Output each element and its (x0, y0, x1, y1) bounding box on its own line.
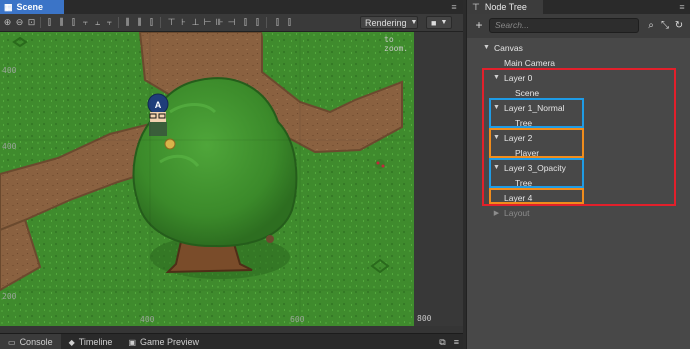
zoom-in-icon[interactable]: ⊕ (2, 17, 13, 28)
collapsed-arrow-icon[interactable]: ▶ (493, 209, 500, 217)
ruler-label-x: 600 (290, 315, 305, 324)
tab-console[interactable]: ▭ Console (0, 334, 61, 349)
tree-node-canvas[interactable]: ▼ Canvas (483, 40, 523, 55)
tab-timeline-label: Timeline (78, 337, 113, 347)
space-v-icon[interactable]: ⫿ (252, 17, 263, 28)
node-tree-tabbar: ⊤ Node Tree ≡ (467, 0, 690, 14)
bottom-tabbar: ▭ Console ◆ Timeline ▣ Game Preview ⧉ ≡ (0, 333, 463, 349)
viewport-gutter: 800 (414, 32, 463, 326)
space-bottom-icon[interactable]: ⊥ (190, 17, 201, 28)
space-middle-icon[interactable]: ⊦ (178, 17, 189, 28)
node-tree-search-row: + Search... ⌕ ⤡ ↻ (467, 14, 690, 38)
chevron-down-icon: ▼ (440, 19, 448, 26)
fit-icon[interactable]: ⊡ (26, 17, 37, 28)
scene-toolbar: ⊕ ⊖ ⊡ ⫿ ⫼ ⫿ ⫟ ⫠ ⫟ ⫼ ⫼ ⫿ ⊤ ⊦ ⊥ ⊢ ⊪ ⊣ ⫿ ⫿ … (0, 14, 463, 32)
scene-viewport[interactable]: A to zoom. 400 400 200 400 600 (0, 32, 414, 326)
tab-game-preview[interactable]: ▣ Game Preview (120, 334, 207, 349)
tab-console-label: Console (19, 337, 53, 347)
toolbar-divider (40, 17, 41, 28)
align-bottom-icon[interactable]: ⫟ (104, 17, 115, 28)
tree-node-label: Layout (504, 207, 530, 218)
tab-timeline[interactable]: ◆ Timeline (61, 334, 121, 349)
toolbar-divider (266, 17, 267, 28)
distribute-icon[interactable]: ⫿ (146, 17, 157, 28)
refresh-icon[interactable]: ↻ (673, 19, 685, 32)
distribute-v-icon[interactable]: ⫼ (134, 17, 145, 28)
distribute-h-icon[interactable]: ⫼ (122, 17, 133, 28)
align-left-icon[interactable]: ⫿ (44, 17, 55, 28)
chevron-down-icon: ▼ (410, 19, 418, 26)
node-tree-icon: ⊤ (472, 1, 480, 12)
grid-icon[interactable]: ⫿ (284, 17, 295, 28)
expand-arrow-icon[interactable]: ▼ (483, 44, 490, 51)
tab-game-preview-label: Game Preview (140, 337, 200, 347)
tree-node-label: Canvas (494, 42, 523, 53)
rendering-label: Rendering (365, 17, 407, 28)
search-icon[interactable]: ⌕ (645, 19, 657, 32)
align-middle-icon[interactable]: ⫠ (92, 17, 103, 28)
ruler-label-y: 400 (2, 142, 17, 151)
tree-node-label: Main Camera (504, 57, 556, 68)
collapse-icon[interactable]: ⤡ (659, 19, 671, 32)
space-right-icon[interactable]: ⊣ (226, 17, 237, 28)
scene-tabbar: ▦ Scene ≡ (0, 0, 463, 14)
panel-menu-icon[interactable]: ≡ (449, 2, 459, 12)
ruler-label-y: 200 (2, 292, 17, 301)
highlight-box-orange (489, 188, 584, 204)
zoom-out-icon[interactable]: ⊖ (14, 17, 25, 28)
ruler-label-x: 400 (140, 315, 155, 324)
space-h-icon[interactable]: ⫿ (240, 17, 251, 28)
space-left-icon[interactable]: ⊢ (202, 17, 213, 28)
highlight-box-orange (489, 128, 584, 158)
align-top-icon[interactable]: ⫟ (80, 17, 91, 28)
scene-panel: ▦ Scene ≡ ⊕ ⊖ ⊡ ⫿ ⫼ ⫿ ⫟ ⫠ ⫟ ⫼ ⫼ ⫿ ⊤ ⊦ ⊥ … (0, 0, 463, 334)
panel-menu-icon[interactable]: ≡ (677, 2, 687, 12)
tree-node-layout[interactable]: ▶ Layout (493, 205, 530, 220)
console-icon: ▭ (8, 337, 16, 347)
timeline-icon: ◆ (68, 337, 75, 347)
highlight-box-blue (489, 158, 584, 188)
camera-icon: ■ (431, 17, 437, 28)
snap-icon[interactable]: ⫿ (272, 17, 283, 28)
node-tree-panel: ⊤ Node Tree ≡ + Search... ⌕ ⤡ ↻ ▼ Canvas… (466, 0, 690, 349)
add-node-icon[interactable]: + (472, 18, 486, 33)
tab-scene-label: Scene (16, 2, 44, 12)
search-input[interactable]: Search... (489, 18, 639, 33)
scene-icon: ▦ (4, 1, 13, 12)
tab-node-tree-label: Node Tree (484, 2, 527, 12)
align-center-icon[interactable]: ⫼ (56, 17, 67, 28)
tab-node-tree[interactable]: ⊤ Node Tree (467, 0, 543, 14)
panel-menu-icon[interactable]: ≡ (450, 334, 463, 349)
space-top-icon[interactable]: ⊤ (166, 17, 177, 28)
align-right-icon[interactable]: ⫿ (68, 17, 79, 28)
ruler-label-x-end: 800 (417, 314, 432, 323)
game-preview-icon: ▣ (128, 337, 136, 347)
tab-scene[interactable]: ▦ Scene (0, 0, 64, 14)
player-letter: A (155, 100, 162, 110)
maximize-icon[interactable]: ⧉ (435, 334, 449, 349)
highlight-box-blue (489, 98, 584, 128)
toolbar-divider (160, 17, 161, 28)
toolbar-divider (118, 17, 119, 28)
camera-dropdown[interactable]: ■ ▼ (426, 16, 452, 29)
zoom-hint: to zoom. (384, 35, 409, 53)
rendering-dropdown[interactable]: Rendering ▼ (360, 16, 418, 29)
game-scene-render: A (0, 32, 414, 326)
ruler-label-y: 400 (2, 66, 17, 75)
space-center-icon[interactable]: ⊪ (214, 17, 225, 28)
